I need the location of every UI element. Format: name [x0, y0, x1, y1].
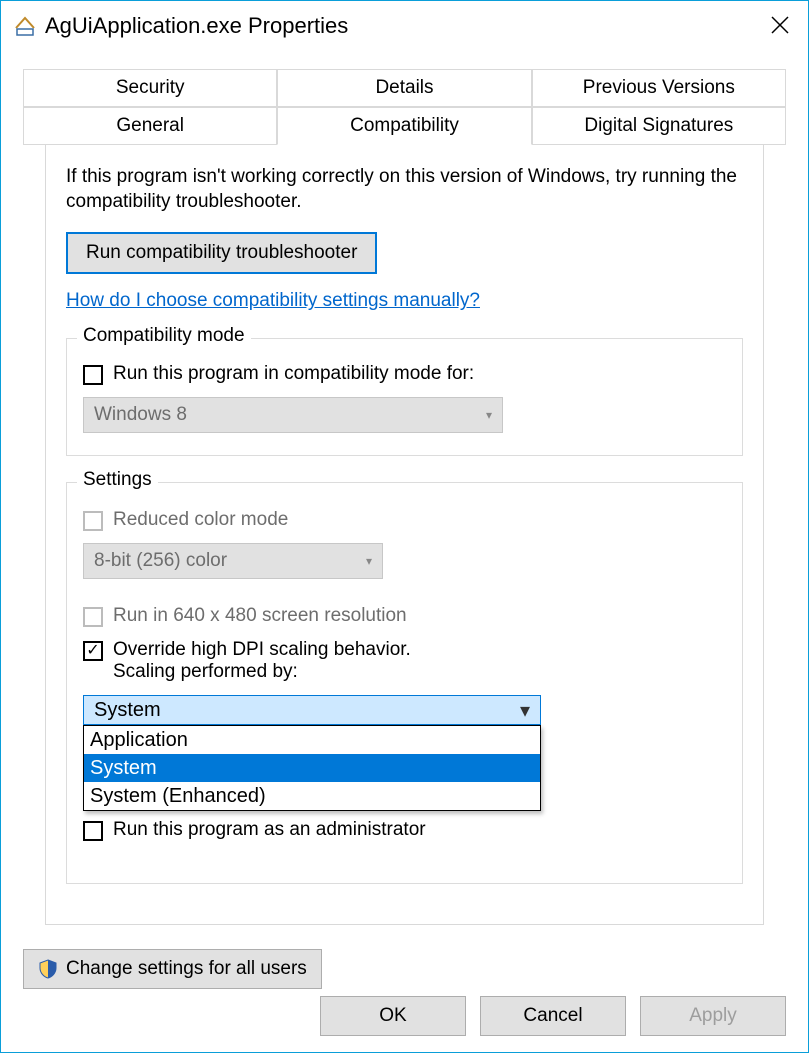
ok-button[interactable]: OK [320, 996, 466, 1036]
reduced-color-checkbox[interactable] [83, 511, 103, 531]
dpi-override-label: Override high DPI scaling behavior. Scal… [113, 639, 411, 683]
compat-mode-combo[interactable]: Windows 8 ▾ [83, 397, 503, 433]
dialog-button-row: OK Cancel Apply [320, 996, 786, 1036]
tab-container: Security Details Previous Versions Gener… [23, 69, 786, 925]
titlebar: AgUiApplication.exe Properties [1, 1, 808, 51]
cancel-button[interactable]: Cancel [480, 996, 626, 1036]
tab-general[interactable]: General [23, 107, 277, 145]
close-button[interactable] [752, 1, 808, 49]
compatibility-mode-group-label: Compatibility mode [77, 325, 251, 347]
chevron-down-icon: ▾ [366, 554, 372, 568]
dpi-scaling-combo-value: System [94, 699, 161, 722]
tab-digital-signatures[interactable]: Digital Signatures [532, 107, 786, 145]
shield-icon [38, 959, 58, 979]
window-title: AgUiApplication.exe Properties [45, 13, 348, 39]
run-troubleshooter-button[interactable]: Run compatibility troubleshooter [66, 232, 377, 274]
dpi-scaling-dropdown: Application System System (Enhanced) [83, 725, 541, 811]
app-icon [13, 14, 37, 38]
color-combo[interactable]: 8-bit (256) color ▾ [83, 543, 383, 579]
resolution-label: Run in 640 x 480 screen resolution [113, 605, 407, 627]
tab-content: If this program isn't working correctly … [45, 145, 764, 925]
run-as-admin-label: Run this program as an administrator [113, 819, 426, 841]
compatibility-mode-group: Compatibility mode Run this program in c… [66, 338, 743, 456]
tab-previous-versions[interactable]: Previous Versions [532, 69, 786, 107]
tab-compatibility[interactable]: Compatibility [277, 107, 531, 145]
dpi-label-line2: Scaling performed by: [113, 661, 298, 682]
color-combo-value: 8-bit (256) color [94, 550, 227, 572]
settings-group-label: Settings [77, 469, 158, 491]
settings-group: Settings Reduced color mode 8-bit (256) … [66, 482, 743, 884]
reduced-color-label: Reduced color mode [113, 509, 288, 531]
dpi-option-application[interactable]: Application [84, 726, 540, 754]
compat-mode-checkbox-label: Run this program in compatibility mode f… [113, 363, 474, 385]
dpi-option-system-enhanced[interactable]: System (Enhanced) [84, 782, 540, 810]
chevron-down-icon: ▾ [486, 408, 492, 422]
dpi-scaling-combo[interactable]: System ▾ Application System System (Enha… [83, 695, 541, 725]
resolution-checkbox[interactable] [83, 607, 103, 627]
change-settings-all-users-button[interactable]: Change settings for all users [23, 949, 322, 989]
dpi-override-checkbox[interactable] [83, 641, 103, 661]
run-as-admin-checkbox[interactable] [83, 821, 103, 841]
chevron-down-icon: ▾ [520, 698, 530, 723]
intro-text: If this program isn't working correctly … [66, 165, 743, 214]
compat-mode-combo-value: Windows 8 [94, 404, 187, 426]
tab-details[interactable]: Details [277, 69, 531, 107]
compat-mode-checkbox[interactable] [83, 365, 103, 385]
dpi-label-line1: Override high DPI scaling behavior. [113, 639, 411, 660]
tab-security[interactable]: Security [23, 69, 277, 107]
apply-button[interactable]: Apply [640, 996, 786, 1036]
dpi-option-system[interactable]: System [84, 754, 540, 782]
change-settings-all-users-label: Change settings for all users [66, 958, 307, 980]
help-link[interactable]: How do I choose compatibility settings m… [66, 290, 480, 312]
